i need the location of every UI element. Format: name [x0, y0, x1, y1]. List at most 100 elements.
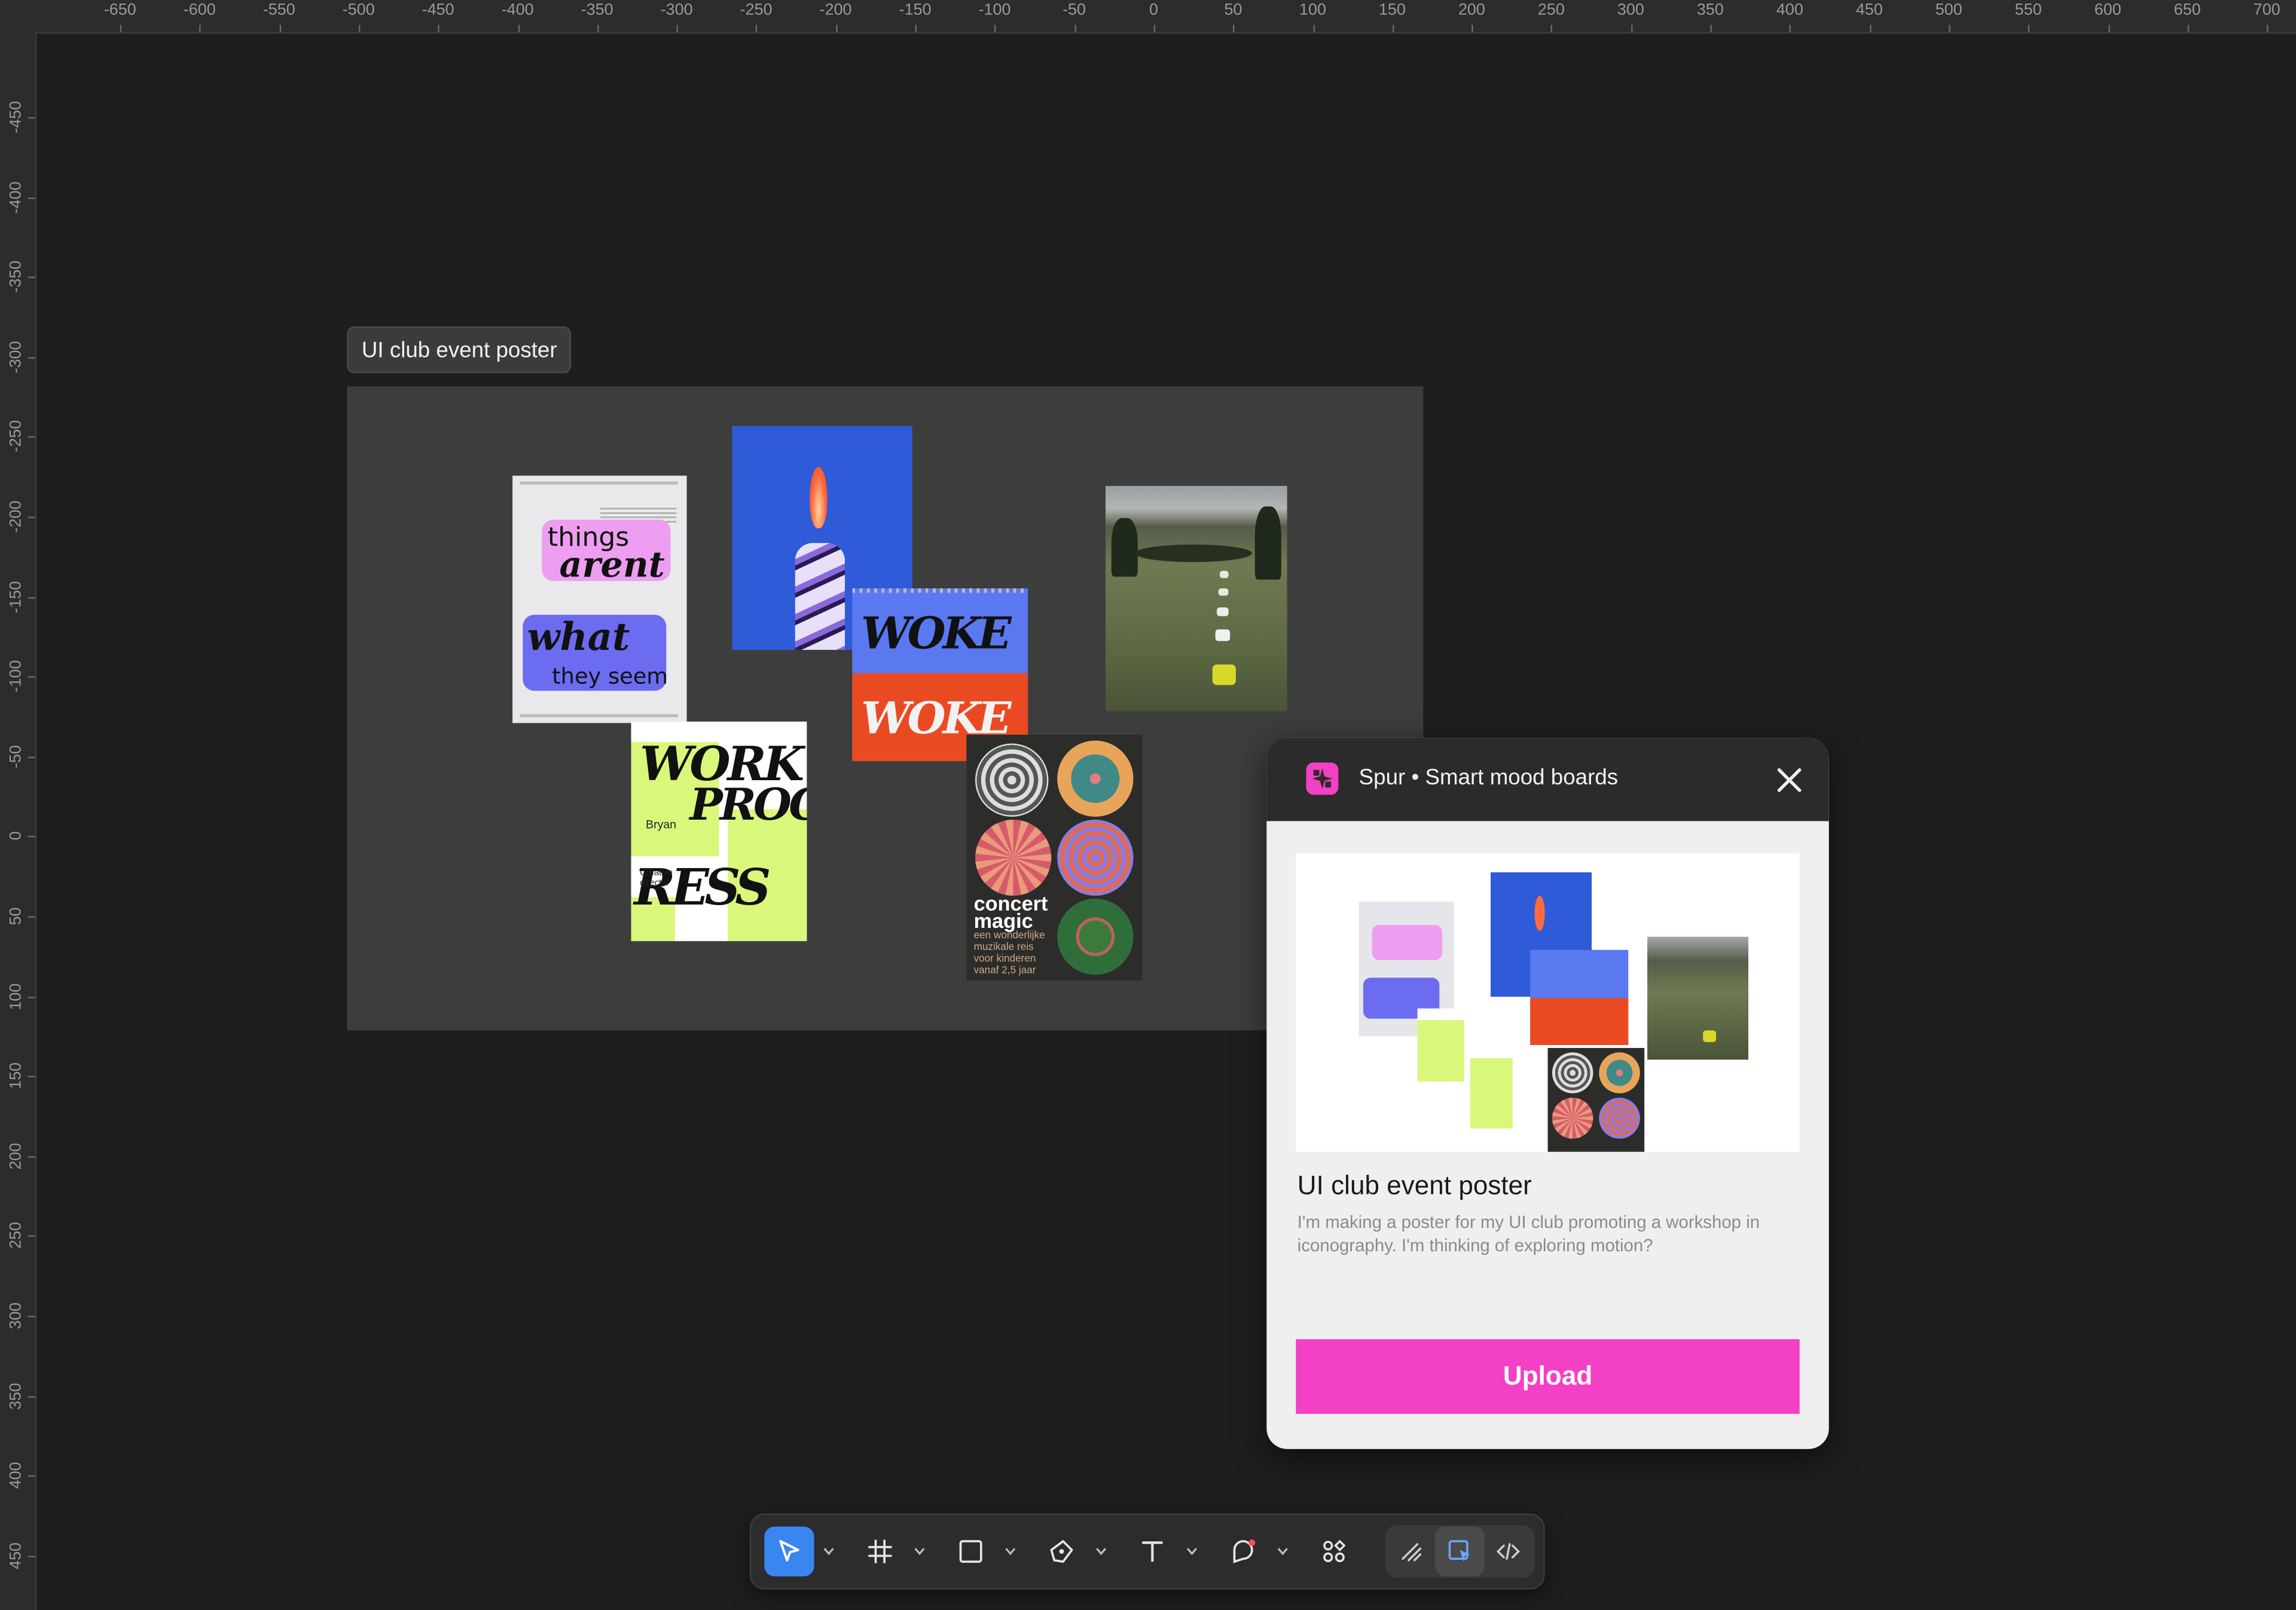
- ruler-tick-label: 100: [1299, 1, 1326, 19]
- ruler-tick: [28, 1475, 35, 1477]
- dev-mode-button[interactable]: [1483, 1526, 1533, 1576]
- ruler-tick-label: 0: [7, 832, 25, 841]
- poster-text: arent: [559, 543, 665, 586]
- ruler-tick: [2108, 25, 2109, 32]
- hash-frame-icon: [868, 1539, 892, 1563]
- poster-text: PROG: [689, 780, 807, 832]
- poster-text: they seem: [552, 663, 668, 690]
- move-tool-button[interactable]: [764, 1526, 814, 1577]
- ruler-tick: [1551, 25, 1553, 32]
- poster-text: Bryan: [646, 818, 677, 832]
- shape-tool-button[interactable]: [1219, 1526, 1268, 1576]
- ruler-tick: [28, 1395, 35, 1398]
- ruler-tick: [2028, 25, 2030, 32]
- ruler-tick-label: -400: [501, 1, 534, 19]
- ruler-tick-label: 550: [2014, 1, 2042, 19]
- ruler-tick: [438, 25, 440, 32]
- ruler-tick-label: -600: [183, 1, 216, 19]
- chevron-down-icon[interactable]: [1275, 1544, 1290, 1559]
- pen-tool-button[interactable]: [1037, 1526, 1086, 1576]
- ruler-tick-label: 200: [7, 1142, 25, 1170]
- shape-icon: [1233, 1539, 1256, 1563]
- poster-concert-magic[interactable]: concert magic een wonderlijke muzikale r…: [966, 734, 1143, 981]
- poster-text: WOKE: [861, 609, 1012, 661]
- ruler-tick-label: 100: [7, 982, 25, 1010]
- ruler-tick: [517, 25, 520, 32]
- ruler-tick-label: 200: [1458, 1, 1485, 19]
- ruler-tick: [28, 596, 35, 598]
- ruler-tick: [1312, 25, 1314, 32]
- ruler-tick-label: -500: [342, 1, 375, 19]
- components-icon: [1323, 1539, 1346, 1562]
- poster-things-arent[interactable]: things arent what they seem: [512, 475, 687, 723]
- ruler-tick-label: -100: [7, 660, 25, 693]
- ruler-tick: [28, 117, 35, 119]
- ruler-tick-label: -300: [7, 340, 25, 373]
- code-icon: [1496, 1543, 1521, 1560]
- horizontal-ruler: -650 -600 -550 -500 -450 -400 -350 -300 -250 -200…: [0, 0, 2296, 34]
- ruler-tick-label: 0: [1149, 1, 1159, 19]
- ruler-tick: [28, 1236, 35, 1238]
- cursor-icon: [779, 1539, 799, 1562]
- upload-button[interactable]: Upload: [1296, 1339, 1800, 1414]
- frame-tool-button[interactable]: [855, 1526, 905, 1576]
- ruler-tick-label: 150: [1378, 1, 1406, 19]
- close-icon[interactable]: [1773, 764, 1806, 796]
- ruler-tick: [28, 836, 35, 838]
- board-title: UI club event poster: [1297, 1171, 1532, 1200]
- ruler-tick: [28, 517, 35, 518]
- ruler-tick-label: -200: [819, 1, 852, 19]
- ruler-tick: [756, 25, 758, 32]
- ruler-tick: [835, 25, 838, 32]
- poster-text: een wonderlijke muzikale reis voor kinde…: [973, 931, 1045, 976]
- ruler-tick: [28, 1315, 35, 1318]
- ruler-tick: [597, 25, 599, 32]
- design-icon: [1448, 1540, 1470, 1562]
- ruler-tick: [28, 1156, 35, 1158]
- poster-work-progress[interactable]: WORK PROG RESS Bryan Creative director: [631, 721, 807, 942]
- ruler-tick: [676, 25, 679, 32]
- ruler-tick: [199, 25, 201, 32]
- chevron-down-icon[interactable]: [912, 1544, 927, 1559]
- draw-mode-button[interactable]: [1387, 1526, 1436, 1576]
- ruler-tick-label: -450: [7, 100, 25, 133]
- poster-road-photo[interactable]: [1105, 485, 1287, 711]
- ruler-tick: [1710, 25, 1712, 32]
- ruler-tick-label: 650: [2173, 1, 2201, 19]
- ruler-tick-label: 150: [7, 1062, 25, 1090]
- ruler-tick: [2267, 25, 2268, 32]
- ruler-tick-label: 50: [7, 907, 25, 925]
- ruler-tick-label: -50: [1062, 1, 1086, 19]
- ruler-tick-label: -400: [7, 181, 25, 213]
- ruler-tick-label: 250: [7, 1222, 25, 1249]
- spur-plugin-panel: Spur • Smart mood boards UI club event p…: [1266, 737, 1829, 1449]
- design-mode-button[interactable]: [1435, 1526, 1485, 1577]
- ruler-tick: [28, 756, 35, 758]
- ruler-tick-label: -200: [7, 500, 25, 533]
- rectangle-tool-button[interactable]: [946, 1526, 996, 1576]
- ruler-tick-label: -150: [7, 580, 25, 613]
- components-tool-button[interactable]: [1309, 1526, 1358, 1576]
- ruler-tick-label: 500: [1935, 1, 1962, 19]
- ruler-tick-label: -50: [7, 744, 25, 768]
- ruler-corner: [0, 0, 35, 32]
- chevron-down-icon[interactable]: [1003, 1544, 1018, 1559]
- ruler-tick: [28, 197, 35, 198]
- chevron-down-icon[interactable]: [1094, 1544, 1108, 1559]
- board-description: I'm making a poster for my UI club promo…: [1297, 1212, 1760, 1256]
- ruler-tick: [28, 676, 35, 678]
- ruler-tick-label: 450: [1855, 1, 1883, 19]
- ruler-tick: [1631, 25, 1632, 32]
- mood-board-frame[interactable]: things arent what they seem WOKE WOKE WO…: [347, 386, 1424, 1031]
- rectangle-icon: [959, 1540, 982, 1563]
- ruler-tick: [28, 916, 35, 918]
- ruler-tick-label: 300: [7, 1302, 25, 1330]
- chevron-down-icon[interactable]: [1184, 1544, 1199, 1559]
- ruler-tick-label: 350: [7, 1382, 25, 1410]
- pen-icon: [1050, 1540, 1073, 1563]
- chevron-down-icon[interactable]: [822, 1544, 836, 1559]
- ruler-tick-label: -650: [103, 1, 136, 19]
- ruler-tick: [994, 25, 997, 32]
- text-tool-button[interactable]: [1128, 1526, 1177, 1576]
- frame-label[interactable]: UI club event poster: [347, 326, 572, 374]
